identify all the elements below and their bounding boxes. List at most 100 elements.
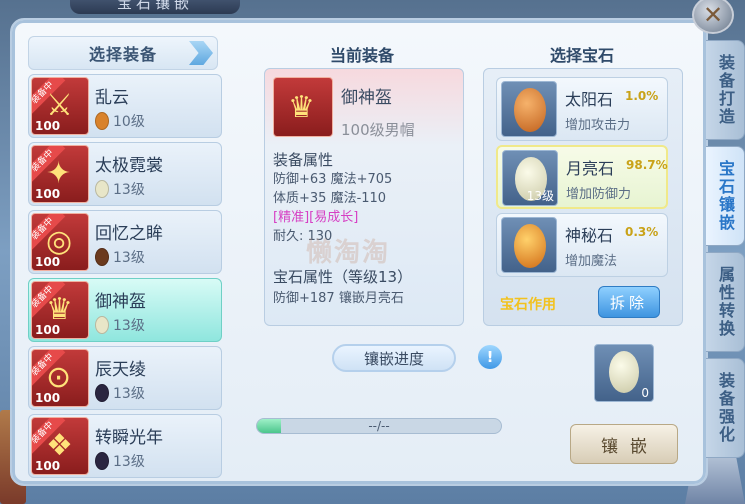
tab-equip-forge[interactable]: 装备打造 bbox=[706, 40, 745, 140]
list-item[interactable]: 装备中 ⊙ 100 辰天绫 13级 bbox=[28, 346, 222, 410]
gem-level: 13级 bbox=[113, 454, 145, 470]
current-equip-title: 当前装备 bbox=[329, 46, 394, 65]
gem-name: 太阳石 bbox=[565, 90, 614, 109]
info-icon[interactable]: ! bbox=[478, 345, 502, 369]
remove-label: 拆除 bbox=[609, 293, 648, 312]
gem-icon: 13级 bbox=[502, 150, 558, 206]
equip-name: 太极霓裳 bbox=[95, 156, 163, 176]
equip-name: 回忆之眸 bbox=[95, 224, 163, 244]
remove-button[interactable]: 拆除 bbox=[598, 286, 660, 318]
equip-name: 辰天绫 bbox=[95, 360, 146, 380]
tab-label: 宝石镶嵌 bbox=[716, 160, 735, 232]
window-title-plate: 宝石镶嵌 bbox=[70, 0, 240, 14]
tab-label: 装备打造 bbox=[716, 54, 735, 126]
list-item[interactable]: 装备中 ⚔ 100 乱云 10级 bbox=[28, 74, 222, 138]
gem-icon bbox=[501, 217, 557, 273]
list-item[interactable]: 装备中 ✦ 100 太极霓裳 13级 bbox=[28, 142, 222, 206]
gem-level: 13级 bbox=[113, 318, 145, 334]
list-item[interactable]: 装备中 ❖ 100 转瞬光年 13级 bbox=[28, 414, 222, 478]
equip-gem: 13级 bbox=[95, 179, 145, 199]
slot-count: 0 bbox=[641, 386, 649, 400]
weapon-icon: ⚔ bbox=[46, 88, 73, 123]
special-attr: [精准][易成长] bbox=[273, 210, 359, 225]
tab-equip-enhance[interactable]: 装备强化 bbox=[706, 358, 745, 458]
gem-select-title: 选择宝石 bbox=[549, 46, 614, 65]
inlay-label: 镶嵌 bbox=[601, 436, 659, 457]
side-tabs: 装备打造 宝石镶嵌 属性转换 装备强化 bbox=[706, 40, 745, 464]
attr-line: 体质+35 魔法-110 bbox=[273, 191, 387, 206]
attr-line: 防御+63 魔法+705 bbox=[273, 172, 393, 187]
gem-option-sun[interactable]: 太阳石 1.0% 增加攻击力 bbox=[496, 77, 668, 141]
equip-icon: 装备中 ✦ 100 bbox=[31, 145, 89, 203]
progress-text: --/-- bbox=[368, 419, 390, 433]
equip-level: 100 bbox=[35, 187, 61, 201]
gem-name: 月亮石 bbox=[566, 159, 615, 178]
equip-level: 100 bbox=[35, 459, 61, 473]
gem-icon bbox=[95, 316, 109, 334]
tab-label: 装备强化 bbox=[716, 372, 735, 444]
belt-icon: ⊙ bbox=[46, 360, 72, 395]
helmet-icon: ♛ bbox=[46, 292, 73, 327]
equip-level: 100 bbox=[35, 119, 61, 133]
moon-stone-icon bbox=[609, 351, 639, 393]
gem-count: 13级 bbox=[526, 189, 554, 203]
equip-list: 装备中 ⚔ 100 乱云 10级 装备中 ✦ 100 太极霓裳 13级 装备中 … bbox=[28, 74, 222, 482]
gem-level: 10级 bbox=[113, 114, 145, 130]
gem-icon bbox=[95, 180, 109, 198]
close-icon: ✕ bbox=[702, 1, 724, 29]
gem-level: 13级 bbox=[113, 250, 145, 266]
gem-effect: 增加魔法 bbox=[565, 254, 618, 269]
equip-name: 转瞬光年 bbox=[95, 428, 163, 448]
gem-effect: 增加攻击力 bbox=[565, 118, 631, 133]
list-item[interactable]: 装备中 ◎ 100 回忆之眸 13级 bbox=[28, 210, 222, 274]
sun-stone-icon bbox=[514, 88, 546, 132]
gem-attr-line: 防御+187 镶嵌月亮石 bbox=[273, 291, 404, 306]
equip-icon: 装备中 ♛ 100 bbox=[31, 281, 89, 339]
equip-icon: 装备中 ◎ 100 bbox=[31, 213, 89, 271]
equip-gem: 13级 bbox=[95, 315, 145, 335]
equip-icon: 装备中 ⊙ 100 bbox=[31, 349, 89, 407]
gem-rate: 0.3% bbox=[625, 225, 659, 239]
arrow-right-icon[interactable] bbox=[189, 41, 213, 65]
gem-option-moon[interactable]: 13级 月亮石 98.7% 增加防御力 bbox=[496, 145, 668, 209]
gem-rate: 98.7% bbox=[626, 158, 668, 172]
tab-attr-convert[interactable]: 属性转换 bbox=[706, 252, 745, 352]
equip-gem: 13级 bbox=[95, 247, 145, 267]
equip-icon: 装备中 ❖ 100 bbox=[31, 417, 89, 475]
equip-list-header: 选择装备 bbox=[28, 36, 218, 70]
tab-label: 属性转换 bbox=[716, 266, 735, 338]
gem-icon bbox=[95, 452, 109, 470]
gem-option-mystic[interactable]: 神秘石 0.3% 增加魔法 bbox=[496, 213, 668, 277]
equip-name: 御神盔 bbox=[95, 292, 146, 312]
progress-label-text: 镶嵌进度 bbox=[363, 349, 424, 368]
attr-header: 装备属性 bbox=[273, 151, 334, 169]
gem-icon bbox=[95, 248, 109, 266]
equip-icon: 装备中 ⚔ 100 bbox=[31, 77, 89, 135]
gem-slot[interactable]: 0 bbox=[594, 344, 654, 402]
boots-icon: ❖ bbox=[46, 428, 73, 463]
gem-function-link[interactable]: 宝石作用 bbox=[500, 294, 556, 314]
gem-level: 13级 bbox=[113, 182, 145, 198]
tab-gem-inlay[interactable]: 宝石镶嵌 bbox=[706, 146, 745, 246]
equip-gem: 10级 bbox=[95, 111, 145, 131]
watermark: 懒淘淘 bbox=[306, 238, 391, 268]
inlay-button[interactable]: 镶嵌 bbox=[570, 424, 678, 464]
gem-level: 13级 bbox=[113, 386, 145, 402]
necklace-icon: ◎ bbox=[46, 224, 73, 259]
equip-list-title: 选择装备 bbox=[88, 45, 157, 64]
window-title: 宝石镶嵌 bbox=[116, 0, 193, 12]
helmet-icon: ♛ bbox=[288, 90, 315, 125]
equip-level: 100 bbox=[35, 255, 61, 269]
gem-attr-header: 宝石属性（等级13） bbox=[273, 268, 413, 286]
gem-icon bbox=[95, 384, 109, 402]
mystic-stone-icon bbox=[514, 224, 546, 268]
current-equip-name: 御神盔 bbox=[341, 88, 392, 108]
equip-level: 100 bbox=[35, 391, 61, 405]
equip-gem: 13级 bbox=[95, 451, 145, 471]
current-equip-panel: ♛ 御神盔 100级男帽 装备属性 防御+63 魔法+705 体质+35 魔法-… bbox=[264, 68, 464, 326]
list-item[interactable]: 装备中 ♛ 100 御神盔 13级 bbox=[28, 278, 222, 342]
gem-name: 神秘石 bbox=[565, 226, 614, 245]
equip-name: 乱云 bbox=[95, 88, 129, 108]
inlay-progress-label: 镶嵌进度 bbox=[332, 344, 456, 372]
gem-attributes: 宝石属性（等级13） 防御+187 镶嵌月亮石 bbox=[273, 267, 412, 309]
